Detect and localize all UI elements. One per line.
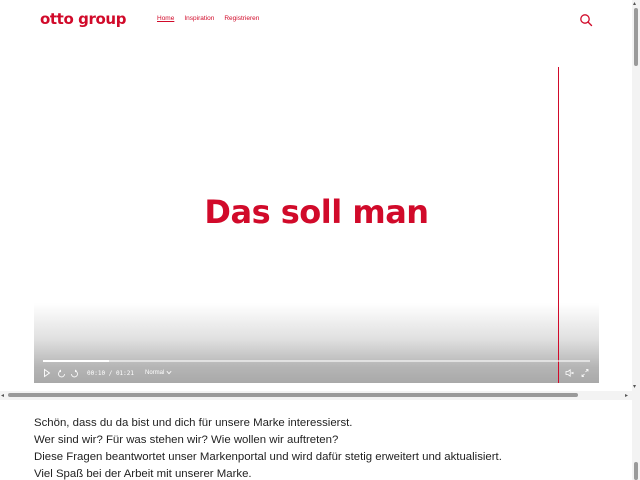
horizontal-scrollbar[interactable]: ◂ ▸ xyxy=(0,391,632,400)
video-player[interactable]: Das soll man 00:10 / 01:21 Normal xyxy=(34,67,599,383)
video-time: 00:10 / 01:21 xyxy=(87,370,134,377)
nav-inspiration[interactable]: Inspiration xyxy=(184,15,214,22)
playback-speed-select[interactable]: Normal xyxy=(145,370,172,376)
search-icon[interactable] xyxy=(579,13,593,27)
vertical-scrollbar[interactable]: ▴ ▾ xyxy=(632,0,640,480)
secondary-scroll-thumb[interactable] xyxy=(634,462,638,480)
vertical-scroll-thumb[interactable] xyxy=(634,8,638,66)
scroll-right-arrow-icon[interactable]: ▸ xyxy=(625,392,628,399)
intro-line: Schön, dass du da bist und dich für unse… xyxy=(34,417,353,429)
intro-line: Viel Spaß bei der Arbeit mit unserer Mar… xyxy=(34,468,252,480)
scroll-left-arrow-icon[interactable]: ◂ xyxy=(1,392,4,399)
intro-line: Wer sind wir? Für was stehen wir? Wie wo… xyxy=(34,434,339,446)
fullscreen-icon[interactable] xyxy=(580,367,590,379)
current-time: 00:10 xyxy=(87,370,106,377)
video-frame-red-line xyxy=(558,67,559,383)
mute-icon[interactable] xyxy=(565,367,575,379)
rewind-icon[interactable] xyxy=(57,367,67,379)
site-header: otto group Home Inspiration Registrieren xyxy=(0,0,632,40)
duration: 01:21 xyxy=(115,370,134,377)
speed-label: Normal xyxy=(145,370,165,377)
scroll-down-arrow-icon[interactable]: ▾ xyxy=(633,383,636,390)
video-progress-fill xyxy=(43,360,109,362)
video-frame-text: Das soll man xyxy=(204,193,429,231)
otto-group-logo[interactable]: otto group xyxy=(40,10,126,28)
forward-icon[interactable] xyxy=(69,367,79,379)
time-separator: / xyxy=(108,370,113,377)
nav-home[interactable]: Home xyxy=(157,15,174,22)
video-controls: 00:10 / 01:21 Normal xyxy=(43,367,590,379)
main-nav: Home Inspiration Registrieren xyxy=(157,15,259,22)
video-progress-bar[interactable] xyxy=(43,360,590,362)
intro-line: Diese Fragen beantwortet unser Markenpor… xyxy=(34,451,502,463)
intro-text: Schön, dass du da bist und dich für unse… xyxy=(34,415,502,480)
scroll-up-arrow-icon[interactable]: ▴ xyxy=(633,0,636,7)
horizontal-scroll-thumb[interactable] xyxy=(8,393,578,397)
play-icon[interactable] xyxy=(43,367,51,379)
nav-registrieren[interactable]: Registrieren xyxy=(224,15,259,22)
chevron-down-icon xyxy=(166,370,172,375)
